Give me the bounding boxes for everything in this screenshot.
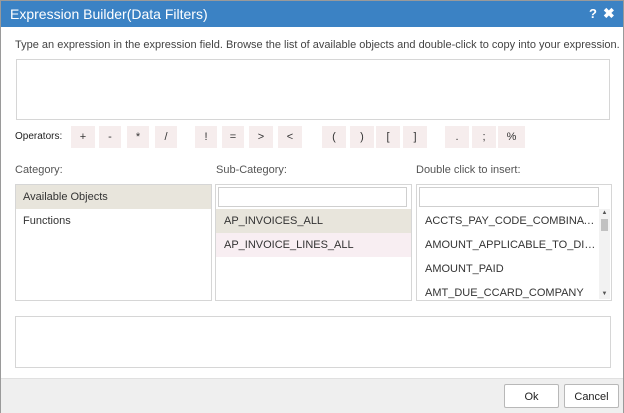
expression-preview <box>15 316 611 368</box>
operator-minus-button[interactable]: - <box>99 126 121 148</box>
title-bar: Expression Builder(Data Filters) ? ✖ <box>1 1 623 27</box>
close-icon[interactable]: ✖ <box>603 5 615 22</box>
category-item-functions[interactable]: Functions <box>16 209 211 233</box>
category-label: Category: <box>15 164 63 176</box>
operator-multiply-button[interactable]: * <box>127 126 149 148</box>
scroll-down-icon[interactable]: ▼ <box>599 290 610 299</box>
subcategory-item-ap-invoice-lines-all[interactable]: AP_INVOICE_LINES_ALL <box>216 233 411 257</box>
insert-list: ACCTS_PAY_CODE_COMBINATION_ID AMOUNT_APP… <box>416 184 612 301</box>
insert-item[interactable]: AMOUNT_APPLICABLE_TO_DISCOUNT <box>417 233 597 257</box>
dialog-footer: Ok Cancel <box>1 378 623 413</box>
operator-divide-button[interactable]: / <box>155 126 177 148</box>
insert-scrollbar[interactable]: ▲ ▼ <box>599 209 610 299</box>
help-icon[interactable]: ? <box>589 6 597 21</box>
insert-search-input[interactable] <box>419 187 599 207</box>
operator-close-paren-button[interactable]: ) <box>350 126 374 148</box>
category-list: Available Objects Functions <box>15 184 212 301</box>
operator-not-button[interactable]: ! <box>195 126 217 148</box>
instructions-text: Type an expression in the expression fie… <box>15 39 620 51</box>
category-item-available-objects[interactable]: Available Objects <box>16 185 211 209</box>
subcategory-label: Sub-Category: <box>216 164 287 176</box>
insert-item[interactable]: ACCTS_PAY_CODE_COMBINATION_ID <box>417 209 597 233</box>
subcategory-items: AP_INVOICES_ALL AP_INVOICE_LINES_ALL <box>216 209 411 257</box>
operator-dot-button[interactable]: . <box>445 126 469 148</box>
operator-open-bracket-button[interactable]: [ <box>376 126 400 148</box>
insert-label: Double click to insert: <box>416 164 521 176</box>
operator-close-bracket-button[interactable]: ] <box>403 126 427 148</box>
insert-item[interactable]: AMOUNT_PAID <box>417 257 597 281</box>
subcategory-search-input[interactable] <box>218 187 407 207</box>
operator-plus-button[interactable]: + <box>71 126 95 148</box>
cancel-button[interactable]: Cancel <box>564 384 619 408</box>
operator-percent-button[interactable]: % <box>498 126 525 148</box>
operator-equals-button[interactable]: = <box>222 126 244 148</box>
operator-semicolon-button[interactable]: ; <box>472 126 496 148</box>
insert-item[interactable]: AMT_DUE_CCARD_COMPANY <box>417 281 597 300</box>
expression-input[interactable] <box>16 59 610 120</box>
operator-greater-than-button[interactable]: > <box>249 126 273 148</box>
operators-label: Operators: <box>15 131 63 142</box>
subcategory-item-ap-invoices-all[interactable]: AP_INVOICES_ALL <box>216 209 411 233</box>
subcategory-list: AP_INVOICES_ALL AP_INVOICE_LINES_ALL <box>215 184 412 301</box>
insert-items: ACCTS_PAY_CODE_COMBINATION_ID AMOUNT_APP… <box>417 209 597 300</box>
expression-builder-dialog: Expression Builder(Data Filters) ? ✖ Typ… <box>0 0 624 413</box>
scroll-up-icon[interactable]: ▲ <box>599 209 610 218</box>
operator-open-paren-button[interactable]: ( <box>322 126 346 148</box>
dialog-title: Expression Builder(Data Filters) <box>10 6 208 22</box>
ok-button[interactable]: Ok <box>504 384 559 408</box>
scrollbar-thumb[interactable] <box>601 219 608 231</box>
operator-less-than-button[interactable]: < <box>278 126 302 148</box>
